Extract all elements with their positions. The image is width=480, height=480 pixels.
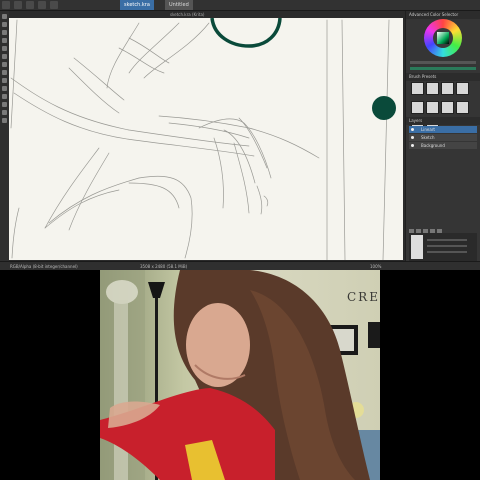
fill-tool-icon[interactable]: [2, 54, 7, 59]
text-tool-icon[interactable]: [2, 118, 7, 123]
brush-preset-8[interactable]: [456, 101, 469, 114]
line-tool-icon[interactable]: [2, 30, 7, 35]
status-image-size: 3508 x 2480 (58.1 MiB): [140, 264, 188, 269]
preview-line: [427, 245, 467, 247]
layer-row[interactable]: Lineart: [409, 126, 477, 133]
brush-tool-icon[interactable]: [2, 14, 7, 19]
menu-edit[interactable]: [14, 1, 22, 9]
eraser-tool-icon[interactable]: [2, 22, 7, 27]
webcam-scene: [100, 270, 380, 480]
menu-layer[interactable]: [50, 1, 58, 9]
brush-preset-7[interactable]: [441, 101, 454, 114]
select-tool-icon[interactable]: [2, 86, 7, 91]
layer-label: Background: [421, 143, 445, 148]
menu-image[interactable]: [38, 1, 46, 9]
layer-label: Lineart: [421, 127, 435, 132]
color-wheel[interactable]: [424, 19, 462, 57]
sketch-drawing: [10, 18, 396, 260]
canvas-thumbnail[interactable]: [411, 235, 423, 259]
document-tab-2[interactable]: Untitled: [165, 0, 193, 10]
hue-slider[interactable]: [410, 61, 476, 64]
menu-view[interactable]: [26, 1, 34, 9]
drawing-canvas[interactable]: [9, 18, 403, 260]
transform-tool-icon[interactable]: [2, 78, 7, 83]
pan-tool-icon[interactable]: [2, 102, 7, 107]
color-selector-title: Advanced Color Selector: [406, 11, 480, 19]
move-tool-icon[interactable]: [2, 70, 7, 75]
gradient-tool-icon[interactable]: [2, 62, 7, 67]
brush-presets-title: Brush Presets: [406, 73, 480, 81]
krita-window: sketch.kra Untitled sketch.kra (Krita) A…: [0, 0, 480, 270]
webcam-overlay: CRE: [100, 270, 380, 480]
picker-tool-icon[interactable]: [2, 110, 7, 115]
value-slider[interactable]: [410, 67, 476, 70]
document-tab[interactable]: sketch.kra: [120, 0, 154, 10]
menu-file[interactable]: [2, 1, 10, 9]
toolbox: [0, 11, 9, 261]
canvas-title: sketch.kra (Krita): [170, 12, 205, 17]
brush-preset-2[interactable]: [426, 82, 439, 95]
rectangle-tool-icon[interactable]: [2, 38, 7, 43]
brush-preset-3[interactable]: [441, 82, 454, 95]
menu-bar: sketch.kra Untitled: [0, 0, 480, 11]
ellipse-tool-icon[interactable]: [2, 46, 7, 51]
layers-panel: Lineart Sketch Background: [409, 126, 477, 166]
overview-panel: [409, 233, 477, 261]
status-zoom[interactable]: 100%: [370, 262, 381, 270]
preview-line: [427, 251, 467, 253]
eye-icon[interactable]: [411, 128, 414, 131]
layer-label: Sketch: [421, 135, 435, 140]
wall-sign-text: CRE: [347, 290, 380, 304]
layer-row[interactable]: Background: [409, 142, 477, 149]
zoom-tool-icon[interactable]: [2, 94, 7, 99]
brush-preset-6[interactable]: [426, 101, 439, 114]
status-bar: RGB/Alpha (8-bit integer/channel) 3508 x…: [0, 261, 480, 270]
color-triangle[interactable]: [437, 32, 449, 44]
status-color-space: RGB/Alpha (8-bit integer/channel): [10, 264, 78, 269]
eye-icon[interactable]: [411, 136, 414, 139]
brush-preset-4[interactable]: [456, 82, 469, 95]
preview-line: [427, 239, 467, 241]
brush-preset-1[interactable]: [411, 82, 424, 95]
layers-title: Layers: [406, 117, 480, 125]
eye-icon[interactable]: [411, 144, 414, 147]
brush-preset-5[interactable]: [411, 101, 424, 114]
brush-presets: [410, 81, 476, 133]
layer-row[interactable]: Sketch: [409, 134, 477, 141]
right-dock: Advanced Color Selector Brush Presets La…: [405, 11, 480, 261]
